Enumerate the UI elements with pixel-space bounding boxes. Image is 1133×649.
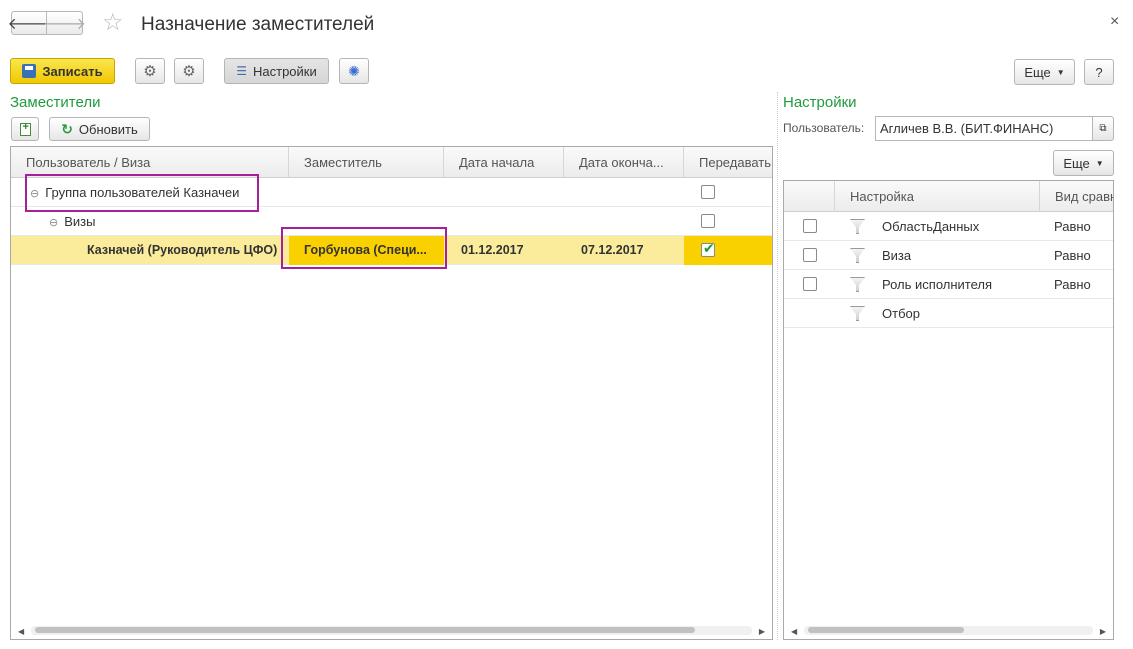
scroll-right-icon[interactable]: ▶ [1100,627,1106,636]
scroll-left-icon[interactable]: ◀ [18,627,24,636]
floppy-icon [22,64,37,78]
panel-splitter[interactable] [777,92,778,640]
add-deputy-button[interactable]: + [11,117,39,141]
settings-gear-button[interactable]: ⚙ [135,58,165,84]
chevron-down-icon: ▼ [1095,158,1104,168]
column-check [784,181,835,212]
setting-name: Отбор [882,306,920,321]
settings-toggle-button[interactable]: ☰ Настройки [224,58,329,84]
hint-button[interactable]: ✺ [339,58,369,84]
transfer-checkbox[interactable] [701,185,715,199]
date-end-cell[interactable]: 07.12.2017 [581,236,644,265]
horizontal-scrollbar[interactable] [31,626,752,635]
gear-icon: ⚙ [143,63,157,80]
highlight-frame-deputy [281,227,447,269]
deputies-caption: Заместители [10,94,101,111]
user-cell[interactable]: Казначей (Руководитель ЦФО) [87,236,287,265]
collapse-icon[interactable]: ⊖ [49,217,58,229]
scrollbar-thumb[interactable] [808,627,964,633]
settings-more-button[interactable]: Еще ▼ [1053,150,1114,176]
setting-checkbox[interactable] [803,277,817,291]
filter-icon [850,306,865,321]
scrollbar-thumb[interactable] [35,627,695,633]
help-button[interactable]: ? [1084,59,1114,85]
column-date-start[interactable]: Дата начала [444,147,564,178]
settings-table-header: Настройка Вид сравн [784,181,1113,212]
gear-icon: ⚙ [182,63,196,80]
column-date-end[interactable]: Дата оконча... [564,147,684,178]
column-compare[interactable]: Вид сравн [1040,181,1113,212]
setting-compare: Равно [1054,219,1091,234]
help-button-label: ? [1095,64,1103,80]
settings-more-label: Еще [1063,155,1090,171]
setting-name: ОбластьДанных [882,219,980,234]
setting-compare: Равно [1054,248,1091,263]
back-button[interactable]: 🡐 [8,11,50,35]
deputies-table[interactable]: Пользователь / Виза Заместитель Дата нач… [10,146,773,640]
visas-label: Визы [64,214,96,229]
date-start-cell[interactable]: 01.12.2017 [461,236,524,265]
column-transfer[interactable]: Передавать [684,147,772,178]
form-settings-button[interactable]: ⚙ [174,58,204,84]
setting-compare: Равно [1054,277,1091,292]
settings-row[interactable]: Роль исполнителя Равно [784,270,1113,299]
transfer-checkbox[interactable] [701,240,715,257]
open-icon: ⧉ [1099,123,1107,134]
save-button[interactable]: Записать [10,58,115,84]
setting-checkbox[interactable] [803,219,817,233]
add-document-icon: + [19,121,31,136]
close-icon[interactable]: × [1110,13,1119,31]
scroll-left-icon[interactable]: ◀ [791,627,797,636]
settings-caption: Настройки [783,94,857,111]
user-field[interactable]: Агличев В.В. (БИТ.ФИНАНС) [875,116,1093,141]
setting-name: Роль исполнителя [882,277,993,292]
filter-icon [850,219,865,234]
forward-button[interactable]: 🡒 [43,11,86,35]
highlight-frame-group [25,174,259,212]
refresh-button[interactable]: ↻ Обновить [49,117,150,141]
transfer-cell [684,236,772,265]
column-deputy[interactable]: Заместитель [289,147,444,178]
open-user-button[interactable]: ⧉ [1092,116,1114,141]
transfer-checkbox[interactable] [701,214,715,228]
user-field-label: Пользователь: [783,121,865,135]
settings-table[interactable]: Настройка Вид сравн ОбластьДанных Равно … [783,180,1114,640]
settings-row[interactable]: ОбластьДанных Равно [784,212,1113,241]
horizontal-scrollbar[interactable] [804,626,1093,635]
setting-checkbox[interactable] [803,248,817,262]
refresh-button-label: Обновить [78,121,138,137]
arrow-right-icon: 🡒 [43,15,86,33]
scroll-right-icon[interactable]: ▶ [759,627,765,636]
window-title: Назначение заместителей [141,14,375,35]
chevron-down-icon: ▼ [1056,67,1065,77]
column-setting[interactable]: Настройка [835,181,1040,212]
filter-icon [850,277,865,292]
more-button[interactable]: Еще ▼ [1014,59,1075,85]
lightbulb-icon: ✺ [348,62,360,79]
settings-row[interactable]: Виза Равно [784,241,1113,270]
filter-icon [850,248,865,263]
setting-name: Виза [882,248,912,263]
save-button-label: Записать [42,63,103,79]
refresh-icon: ↻ [61,120,73,137]
settings-row[interactable]: Отбор [784,299,1113,328]
settings-toggle-label: Настройки [253,63,317,79]
more-button-label: Еще [1024,64,1051,80]
list-icon: ☰ [236,64,247,78]
favorite-star-icon[interactable]: ☆ [102,11,124,35]
